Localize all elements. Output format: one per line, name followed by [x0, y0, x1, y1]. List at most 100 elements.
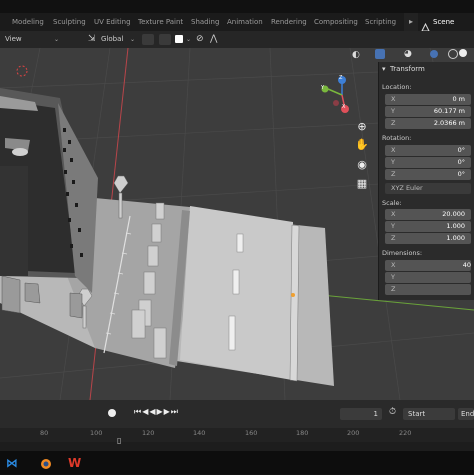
ruler-tick: 180 [296, 429, 309, 437]
axis-label: Y [391, 107, 395, 115]
dimensions-x-field[interactable]: X 40 [385, 260, 471, 271]
end-frame-field[interactable]: End [458, 408, 474, 420]
axis-label: Z [391, 285, 396, 293]
field-value: 1.000 [446, 234, 465, 242]
transform-orientation-icon[interactable]: ⇲ [88, 34, 96, 44]
camera-icon[interactable]: ◉ [355, 158, 369, 172]
axis-label: X [391, 261, 396, 269]
pivot-icon[interactable] [142, 34, 154, 45]
ruler-tick: 80 [40, 429, 49, 437]
rotation-label: Rotation: [382, 134, 412, 142]
workspace-bar: Modeling Sculpting UV Editing Texture Pa… [0, 13, 474, 32]
dimensions-label: Dimensions: [382, 249, 423, 257]
tab-compositing[interactable]: Compositing [314, 13, 358, 31]
chevron-down-icon[interactable]: ⌄ [186, 36, 191, 43]
orientation-select[interactable]: Global [101, 31, 123, 48]
rotation-x-field[interactable]: X 0° [385, 145, 471, 156]
axis-label: Y [391, 222, 395, 230]
tab-sculpting[interactable]: Sculpting [53, 13, 86, 31]
axis-label: Z [391, 234, 396, 242]
field-value: 40 [462, 261, 471, 269]
start-frame-field[interactable]: Start [403, 408, 455, 420]
ruler-tick: 220 [399, 429, 412, 437]
snap-target-icon[interactable] [175, 35, 183, 43]
rotation-mode-value: XYZ Euler [391, 184, 423, 192]
gizmo-toggle-icon[interactable] [375, 49, 385, 59]
viewport-header: View ⌄ ⇲ Global ⌄ ⌄ ⊘ ⋀ [0, 31, 474, 49]
axis-label: Z [391, 119, 396, 127]
view-menu[interactable]: View [5, 31, 22, 48]
tab-shading[interactable]: Shading [191, 13, 219, 31]
tab-modeling[interactable]: Modeling [12, 13, 44, 31]
rotation-y-field[interactable]: Y 0° [385, 157, 471, 168]
panel-title[interactable]: Transform [390, 65, 425, 73]
tab-scripting[interactable]: Scripting [365, 13, 396, 31]
overlay-icon[interactable]: ◕ [404, 49, 412, 59]
hand-pan-icon[interactable]: ✋ [355, 138, 369, 152]
gizmo-x-label: X [342, 104, 346, 110]
snap-icon[interactable] [159, 34, 171, 45]
field-value: 60.177 m [433, 107, 465, 115]
axis-label: Z [391, 170, 396, 178]
vscode-icon[interactable]: ⋈ [6, 456, 20, 470]
axis-label: X [391, 95, 396, 103]
clock-icon[interactable]: ⏱ [389, 407, 396, 417]
dimensions-y-field[interactable]: Y [385, 272, 471, 283]
playback-controls[interactable]: ⏮◀◀▶▶⏭ [134, 407, 179, 417]
location-label: Location: [382, 83, 412, 91]
field-value: 20.000 [442, 210, 465, 218]
gizmo-y-label: Y [321, 85, 325, 91]
field-value: 0° [457, 146, 465, 154]
rotation-mode-select[interactable]: XYZ Euler [385, 183, 471, 194]
end-label: End [461, 410, 474, 418]
timeline-header: ⏮◀◀▶▶⏭ 1 ⏱ Start End [0, 400, 474, 428]
rotation-z-field[interactable]: Z 0° [385, 169, 471, 180]
blender-icon[interactable] [38, 456, 52, 470]
solid-shading-icon[interactable] [448, 49, 458, 59]
ruler-tick: 120 [142, 429, 155, 437]
field-value: 2.0366 m [433, 119, 465, 127]
xray-icon[interactable] [430, 50, 438, 58]
gizmo-z-label: Z [339, 75, 343, 81]
tab-animation[interactable]: Animation [227, 13, 263, 31]
scale-label: Scale: [382, 199, 402, 207]
falloff-icon[interactable]: ⋀ [210, 34, 217, 44]
tab-uv-editing[interactable]: UV Editing [94, 13, 131, 31]
axis-label: X [391, 146, 396, 154]
wps-icon[interactable]: W [68, 456, 84, 470]
chevron-down-icon[interactable]: ⌄ [130, 36, 135, 43]
ruler-tick: 160 [245, 429, 258, 437]
mouse-cursor-icon: ▯ [117, 436, 122, 445]
location-x-field[interactable]: X 0 m [385, 94, 471, 105]
location-z-field[interactable]: Z 2.0366 m [385, 118, 471, 129]
current-frame-field[interactable]: 1 [340, 408, 382, 420]
dimensions-z-field[interactable]: Z [385, 284, 471, 295]
collapse-arrow-icon[interactable]: ▾ [382, 65, 386, 73]
material-shading-icon[interactable] [459, 49, 467, 57]
frame-ruler[interactable]: 80 100 120 140 160 180 200 220 [0, 428, 474, 442]
scale-x-field[interactable]: X 20.000 [385, 209, 471, 220]
tab-texture-paint[interactable]: Texture Paint [138, 13, 183, 31]
zoom-icon[interactable]: ⊕ [355, 120, 369, 134]
timeline-track[interactable]: ▯ [0, 436, 474, 451]
grid-icon[interactable]: ▦ [355, 177, 369, 191]
ruler-tick: 100 [90, 429, 103, 437]
scene-icon[interactable] [421, 17, 430, 32]
axis-label: X [391, 210, 396, 218]
location-y-field[interactable]: Y 60.177 m [385, 106, 471, 117]
scale-y-field[interactable]: Y 1.000 [385, 221, 471, 232]
scale-z-field[interactable]: Z 1.000 [385, 233, 471, 244]
visibility-icon[interactable]: ◐ [352, 50, 360, 60]
start-label: Start [408, 410, 426, 418]
field-value: 0 m [452, 95, 465, 103]
scene-name[interactable]: Scene [433, 13, 454, 31]
field-value: 1.000 [446, 222, 465, 230]
field-value: 0° [457, 170, 465, 178]
scroll-arrow-icon[interactable]: ▸ [404, 13, 418, 31]
axis-label: Y [391, 273, 395, 281]
record-icon[interactable] [108, 409, 116, 417]
proportional-edit-icon[interactable]: ⊘ [196, 34, 204, 44]
chevron-down-icon[interactable]: ⌄ [54, 36, 59, 43]
tab-rendering[interactable]: Rendering [271, 13, 307, 31]
os-taskbar: ⋈ W [0, 451, 474, 474]
